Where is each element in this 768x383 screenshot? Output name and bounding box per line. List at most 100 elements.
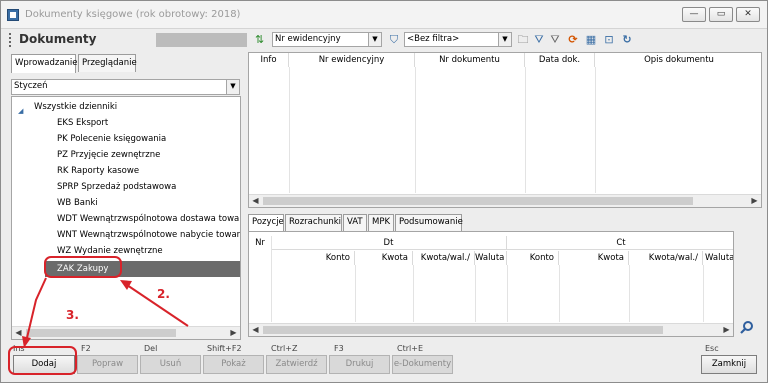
- tab-vat[interactable]: VAT: [343, 214, 367, 231]
- column-group-ct: Ct: [507, 236, 733, 250]
- sort-icon[interactable]: ⇅: [255, 33, 267, 47]
- app-icon: [7, 9, 19, 21]
- column-header-nr-dokumentu[interactable]: Nr dokumentu: [415, 53, 525, 67]
- tab-wprowadzanie[interactable]: Wprowadzanie: [11, 54, 78, 73]
- column-header-nr[interactable]: Nr: [249, 236, 271, 250]
- column-header-dt-kwota-wal[interactable]: Kwota/wal./: [413, 251, 475, 265]
- column-header-opis[interactable]: Opis dokumentu: [595, 53, 761, 67]
- filter-value: <Bez filtra>: [407, 34, 460, 44]
- panel-title: Dokumenty: [19, 32, 97, 46]
- filter-icon[interactable]: ⛉: [387, 33, 401, 47]
- sort-field-select[interactable]: Nr ewidencyjny ▼: [272, 32, 382, 47]
- panel-grip-icon[interactable]: [9, 33, 12, 47]
- e-documents-button[interactable]: e-Dokumenty: [392, 355, 453, 374]
- tree-item[interactable]: PK Polecenie księgowania: [57, 131, 166, 147]
- column-divider: [415, 67, 416, 193]
- tab-mpk[interactable]: MPK: [368, 214, 394, 231]
- column-divider: [559, 265, 560, 322]
- main-window: Dokumenty księgowe (rok obrotowy: 2018) …: [0, 0, 768, 383]
- shortcut-hint: Ctrl+E: [397, 344, 423, 353]
- column-header-data-dok[interactable]: Data dok.: [525, 53, 595, 67]
- shortcut-hint: Del: [144, 344, 158, 353]
- close-window-button[interactable]: ✕: [736, 7, 760, 22]
- documents-horizontal-scrollbar[interactable]: ◀ ▶: [249, 194, 761, 207]
- left-panel-header: Dokumenty: [6, 32, 247, 48]
- folder-icon[interactable]: 🗀: [516, 33, 530, 47]
- tree-item[interactable]: EKS Eksport: [57, 115, 108, 131]
- tree-horizontal-scrollbar[interactable]: ◀ ▶: [12, 326, 240, 339]
- step-2-label: 2.: [157, 287, 170, 301]
- scroll-thumb[interactable]: [263, 326, 663, 334]
- tab-pozycje[interactable]: Pozycje: [248, 214, 284, 231]
- scroll-right-icon[interactable]: ▶: [227, 327, 240, 339]
- scroll-right-icon[interactable]: ▶: [748, 195, 761, 207]
- funnel-clear-icon[interactable]: ⛛: [548, 33, 562, 47]
- scroll-left-icon[interactable]: ◀: [249, 324, 262, 336]
- column-header-dt-waluta[interactable]: Waluta: [475, 251, 507, 265]
- export-icon[interactable]: ⊡: [602, 33, 616, 47]
- maximize-button[interactable]: ▭: [709, 7, 733, 22]
- column-header-ct-kwota[interactable]: Kwota: [559, 251, 629, 265]
- column-group-dt: Dt: [271, 236, 507, 250]
- caret-down-icon[interactable]: ◢: [18, 103, 23, 119]
- tree-item[interactable]: WB Banki: [57, 195, 98, 211]
- grid-icon[interactable]: ▦: [584, 33, 598, 47]
- column-divider: [475, 265, 476, 322]
- column-header-ct-kwota-wal[interactable]: Kwota/wal./: [629, 251, 703, 265]
- scroll-thumb[interactable]: [263, 197, 693, 205]
- month-select[interactable]: Styczeń ▼: [11, 79, 240, 95]
- edit-button[interactable]: Popraw: [77, 355, 138, 374]
- scroll-left-icon[interactable]: ◀: [12, 327, 25, 339]
- column-header-dt-kwota[interactable]: Kwota: [355, 251, 413, 265]
- column-divider: [413, 265, 414, 322]
- chevron-down-icon: ▼: [368, 33, 381, 46]
- column-header-nr-ewidencyjny[interactable]: Nr ewidencyjny: [289, 53, 415, 67]
- tree-item-selected[interactable]: ZAK Zakupy: [45, 261, 240, 277]
- tree-root[interactable]: ◢ Wszystkie dzienniki: [12, 99, 240, 115]
- tab-podsumowanie[interactable]: Podsumowanie: [395, 214, 463, 231]
- tree-item[interactable]: PZ Przyjęcie zewnętrzne: [57, 147, 160, 163]
- approve-button[interactable]: Zatwierdź: [266, 355, 327, 374]
- positions-horizontal-scrollbar[interactable]: ◀ ▶: [249, 323, 733, 336]
- column-divider: [507, 265, 508, 322]
- scroll-thumb[interactable]: [26, 329, 176, 337]
- delete-button[interactable]: Usuń: [140, 355, 201, 374]
- scroll-right-icon[interactable]: ▶: [720, 324, 733, 336]
- column-header-info[interactable]: Info: [249, 53, 289, 67]
- shortcut-hint: Ctrl+Z: [271, 344, 298, 353]
- scroll-left-icon[interactable]: ◀: [249, 195, 262, 207]
- positions-grid[interactable]: Nr Dt Ct Konto Kwota Kwota/wal./ Waluta …: [248, 231, 734, 337]
- reload-icon[interactable]: ↻: [620, 33, 634, 47]
- tree-item[interactable]: WNT Wewnątrzwspólnotowe nabycie towarów: [57, 227, 240, 243]
- filter-select[interactable]: <Bez filtra> ▼: [404, 32, 512, 47]
- column-divider: [289, 67, 290, 193]
- close-button[interactable]: Zamknij: [701, 355, 757, 374]
- journal-tree: ◢ Wszystkie dzienniki EKS Eksport PK Pol…: [11, 96, 241, 340]
- search-icon[interactable]: [740, 320, 754, 334]
- tree-item[interactable]: WDT Wewnątrzwspólnotowa dostawa towarów: [57, 211, 240, 227]
- sort-field-value: Nr ewidencyjny: [275, 34, 341, 44]
- tree-item[interactable]: SPRP Sprzedaż podstawowa: [57, 179, 176, 195]
- documents-grid[interactable]: Info Nr ewidencyjny Nr dokumentu Data do…: [248, 52, 762, 208]
- column-header-ct-konto[interactable]: Konto: [507, 251, 559, 265]
- column-divider: [703, 265, 704, 322]
- tab-przegladanie[interactable]: Przeglądanie: [78, 54, 137, 72]
- tab-rozrachunki[interactable]: Rozrachunki: [285, 214, 342, 231]
- add-button[interactable]: Dodaj: [13, 355, 75, 374]
- column-divider: [595, 67, 596, 193]
- tree-item-selected-label: ZAK Zakupy: [57, 264, 109, 274]
- tree-item[interactable]: WZ Wydanie zewnętrzne: [57, 243, 163, 259]
- column-divider: [271, 236, 272, 322]
- chevron-down-icon: ▼: [226, 80, 239, 94]
- minimize-button[interactable]: —: [682, 7, 706, 22]
- title-bar: Dokumenty księgowe (rok obrotowy: 2018) …: [1, 1, 767, 29]
- funnel-icon[interactable]: ⛛: [532, 33, 546, 47]
- tree-item[interactable]: RK Raporty kasowe: [57, 163, 139, 179]
- show-button[interactable]: Pokaż: [203, 355, 264, 374]
- refresh-icon[interactable]: ⟳: [566, 33, 580, 47]
- chevron-down-icon: ▼: [498, 33, 511, 46]
- column-divider: [355, 265, 356, 322]
- column-header-ct-waluta[interactable]: Waluta: [703, 251, 733, 265]
- column-header-dt-konto[interactable]: Konto: [271, 251, 355, 265]
- print-button[interactable]: Drukuj: [329, 355, 390, 374]
